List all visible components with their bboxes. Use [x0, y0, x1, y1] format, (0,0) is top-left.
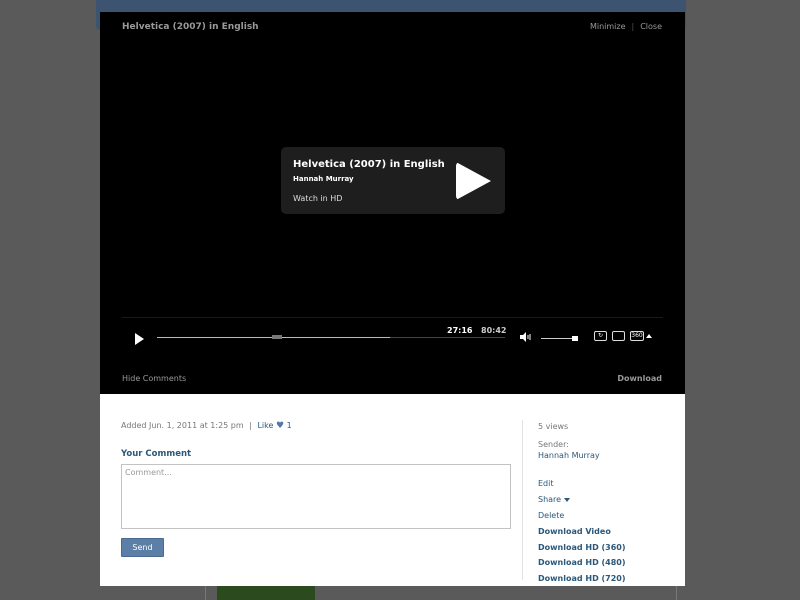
download-link[interactable]: Download: [617, 374, 662, 383]
share-label[interactable]: Share: [538, 495, 561, 504]
share-caret-icon[interactable]: [564, 497, 571, 502]
video-sidebar: 5 views Sender: Hannah Murray Edit Share…: [522, 420, 673, 583]
background-thumbnail: [217, 586, 315, 600]
close-link[interactable]: Close: [640, 22, 662, 31]
total-time: 80:42: [481, 326, 507, 335]
player-window-controls: Minimize | Close: [590, 22, 662, 31]
video-info-overlay[interactable]: Helvetica (2007) in English Hannah Murra…: [281, 147, 505, 214]
fullscreen-icon[interactable]: [612, 331, 625, 341]
added-date: Added Jun. 1, 2011 at 1:25 pm: [121, 421, 244, 430]
download-video-link[interactable]: Download Video: [538, 527, 611, 536]
sender-label: Sender:: [538, 440, 569, 449]
comment-input[interactable]: [121, 464, 511, 529]
minimize-link[interactable]: Minimize: [590, 22, 626, 31]
send-button[interactable]: Send: [121, 538, 164, 557]
quality-menu-caret-icon[interactable]: [646, 334, 652, 338]
play-icon[interactable]: [135, 333, 144, 345]
link-separator: |: [631, 22, 635, 31]
hide-comments-link[interactable]: Hide Comments: [122, 374, 186, 383]
download-hd-480-link[interactable]: Download HD (480): [538, 558, 626, 567]
volume-icon[interactable]: [520, 332, 532, 342]
video-title: Helvetica (2007) in English: [122, 22, 259, 32]
edit-link[interactable]: Edit: [538, 479, 554, 488]
view-count: 5 views: [538, 422, 569, 431]
seek-bar[interactable]: [157, 335, 505, 339]
video-modal: Helvetica (2007) in English Minimize | C…: [100, 12, 685, 586]
volume-slider-handle[interactable]: [572, 336, 578, 341]
meta-divider: |: [249, 421, 252, 430]
overlay-author[interactable]: Hannah Murray: [293, 175, 354, 183]
share-link[interactable]: Share: [538, 495, 571, 504]
like-link[interactable]: Like: [257, 421, 273, 430]
player-controls: 27:16 80:42 ↻ 360: [122, 317, 663, 358]
current-time: 27:16: [447, 326, 473, 335]
watch-in-hd-link[interactable]: Watch in HD: [293, 194, 342, 203]
heart-icon[interactable]: ♥: [276, 421, 284, 431]
video-player[interactable]: Helvetica (2007) in English Minimize | C…: [100, 12, 685, 394]
overlay-video-title[interactable]: Helvetica (2007) in English: [293, 159, 445, 170]
quality-icon[interactable]: 360: [630, 331, 644, 341]
sender-name-link[interactable]: Hannah Murray: [538, 451, 600, 460]
like-count[interactable]: 1: [287, 421, 292, 430]
video-meta: Added Jun. 1, 2011 at 1:25 pm | Like ♥ 1: [121, 421, 292, 431]
background-divider: [676, 586, 677, 600]
seek-buffer-marker: [272, 335, 282, 339]
background-divider: [205, 586, 206, 600]
your-comment-heading: Your Comment: [121, 449, 192, 459]
repeat-icon[interactable]: ↻: [594, 331, 607, 341]
delete-link[interactable]: Delete: [538, 511, 564, 520]
play-large-icon[interactable]: [456, 162, 491, 200]
download-hd-720-link[interactable]: Download HD (720): [538, 574, 626, 583]
download-hd-360-link[interactable]: Download HD (360): [538, 543, 626, 552]
